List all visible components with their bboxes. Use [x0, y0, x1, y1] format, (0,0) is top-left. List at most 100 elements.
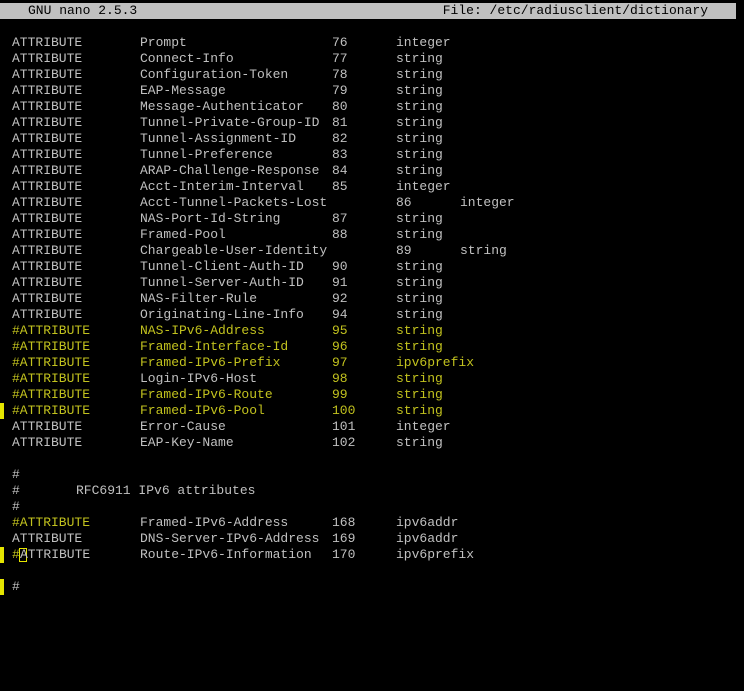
text-line: ATTRIBUTE Tunnel-Client-Auth-ID 90 strin… — [0, 259, 744, 275]
attribute-id: 99 — [332, 387, 348, 402]
text-line: ATTRIBUTE ARAP-Challenge-Response 84 str… — [0, 163, 744, 179]
keyword: ATTRIBUTE — [12, 211, 83, 226]
attribute-id: 90 — [332, 259, 348, 274]
keyword: #ATTRIBUTE — [12, 387, 91, 402]
attribute-name: Framed-IPv6-Address — [140, 515, 289, 530]
text-line: ATTRIBUTE Framed-Pool 88 string — [0, 227, 744, 243]
attribute-id: 79 — [332, 83, 348, 98]
text-line: ATTRIBUTE Tunnel-Server-Auth-ID 91 strin… — [0, 275, 744, 291]
comment-hash: # — [12, 579, 20, 594]
text-line: ATTRIBUTE Acct-Tunnel-Packets-Lost 86 in… — [0, 195, 744, 211]
comment-text: RFC6911 IPv6 attributes — [76, 483, 256, 498]
attribute-id: 92 — [332, 291, 348, 306]
attribute-type: ipv6prefix — [396, 355, 475, 370]
keyword: ATTRIBUTE — [12, 51, 83, 66]
attribute-type: string — [396, 99, 443, 114]
attribute-name: Prompt — [140, 35, 187, 50]
keyword: ATTRIBUTE — [12, 243, 83, 258]
attribute-type: string — [396, 339, 443, 354]
attribute-name: Framed-IPv6-Pool — [140, 403, 265, 418]
attribute-type: string — [396, 83, 443, 98]
nano-title-bar: GNU nano 2.5.3 File: /etc/radiusclient/d… — [0, 3, 736, 19]
cursor-line: # ATTRIBUTE Route-IPv6-Information 170 i… — [0, 547, 744, 595]
comment-hash: # — [12, 483, 20, 498]
keyword: ATTRIBUTE — [12, 83, 83, 98]
attribute-id: 77 — [332, 51, 348, 66]
attribute-id: 91 — [332, 275, 348, 290]
keyword: ATTRIBUTE — [12, 531, 83, 546]
keyword: #ATTRIBUTE — [12, 403, 91, 418]
attribute-name: Acct-Interim-Interval — [140, 179, 304, 194]
attribute-type: string — [396, 307, 443, 322]
attribute-name: Error-Cause — [140, 419, 226, 434]
attribute-name: Tunnel-Assignment-ID — [140, 131, 297, 146]
commented-line: #ATTRIBUTE Login-IPv6-Host 98 string — [0, 371, 744, 419]
attribute-id: 100 — [332, 403, 356, 418]
attribute-type: string — [396, 211, 443, 226]
commented-line: #ATTRIBUTE Framed-IPv6-Pool 100 string — [0, 403, 744, 419]
attribute-id: 97 — [332, 355, 348, 370]
keyword: ATTRIBUTE — [12, 227, 83, 242]
commented-line: #ATTRIBUTE NAS-IPv6-Address 95 string — [0, 323, 744, 339]
attribute-type: string — [396, 371, 443, 386]
attribute-name: NAS-Port-Id-String — [140, 211, 281, 226]
commented-line: #ATTRIBUTE Framed-IPv6-Address 168 ipv6a… — [0, 515, 744, 563]
comment-line: # — [0, 467, 744, 483]
attribute-type: string — [460, 243, 507, 258]
attribute-type: ipv6addr — [396, 515, 459, 530]
text-line: ATTRIBUTE EAP-Message 79 string — [0, 83, 744, 99]
comment-hash: # — [12, 499, 20, 514]
attribute-id: 84 — [332, 163, 348, 178]
text-line: ATTRIBUTE EAP-Key-Name 102 string — [0, 435, 744, 451]
attribute-name: Configuration-Token — [140, 67, 289, 82]
attribute-name: DNS-Server-IPv6-Address — [140, 531, 320, 546]
attribute-id: 101 — [332, 419, 356, 434]
attribute-id: 82 — [332, 131, 348, 146]
keyword: ATTRIBUTE — [12, 275, 83, 290]
attribute-type: ipv6addr — [396, 531, 459, 546]
text-line: ATTRIBUTE Message-Authenticator 80 strin… — [0, 99, 744, 115]
attribute-id: 96 — [332, 339, 348, 354]
attribute-type: string — [396, 227, 443, 242]
attribute-name: Originating-Line-Info — [140, 307, 304, 322]
commented-line: #ATTRIBUTE Framed-Interface-Id 96 string — [0, 339, 744, 355]
attribute-id: 83 — [332, 147, 348, 162]
keyword: ATTRIBUTE — [12, 131, 83, 146]
attribute-name: Tunnel-Preference — [140, 147, 273, 162]
attribute-id: 98 — [332, 371, 348, 386]
file-path: File: /etc/radiusclient/dictionary — [442, 3, 708, 18]
commented-line: #ATTRIBUTE Framed-IPv6-Prefix 97 ipv6pre… — [0, 355, 744, 371]
keyword: #ATTRIBUTE — [12, 339, 91, 354]
attribute-name: Login-IPv6-Host — [140, 371, 258, 386]
keyword: ATTRIBUTE — [12, 259, 83, 274]
attribute-type: string — [396, 147, 443, 162]
keyword: ATTRIBUTE — [12, 179, 83, 194]
editor-buffer[interactable]: ATTRIBUTE Prompt 76 integer ATTRIBUTE Co… — [0, 35, 744, 595]
attribute-name: Framed-Pool — [140, 227, 226, 242]
keyword: ATTRIBUTE — [12, 35, 83, 50]
attribute-id: 87 — [332, 211, 348, 226]
attribute-name: ARAP-Challenge-Response — [140, 163, 320, 178]
attribute-name: Connect-Info — [140, 51, 234, 66]
attribute-id: 78 — [332, 67, 348, 82]
keyword: ATTRIBUTE — [12, 115, 83, 130]
attribute-name: NAS-Filter-Rule — [140, 291, 258, 306]
attribute-type: string — [396, 323, 443, 338]
keyword: ATTRIBUTE — [12, 435, 83, 450]
attribute-type: string — [396, 51, 443, 66]
attribute-name: Tunnel-Server-Auth-ID — [140, 275, 304, 290]
attribute-name: Tunnel-Private-Group-ID — [140, 115, 320, 130]
attribute-type: integer — [396, 35, 451, 50]
attribute-name: NAS-IPv6-Address — [140, 323, 265, 338]
keyword: ATTRIBUTE — [12, 99, 83, 114]
attribute-type: string — [396, 115, 443, 130]
attribute-id: 88 — [332, 227, 348, 242]
attribute-type: string — [396, 387, 443, 402]
attribute-id: 168 — [332, 515, 356, 530]
text-line: ATTRIBUTE Chargeable-User-Identity 89 st… — [0, 243, 744, 259]
attribute-id: 170 — [332, 547, 356, 562]
text-line: ATTRIBUTE Tunnel-Assignment-ID 82 string — [0, 131, 744, 147]
attribute-id: 86 — [396, 195, 412, 210]
keyword: #ATTRIBUTE — [12, 515, 91, 530]
